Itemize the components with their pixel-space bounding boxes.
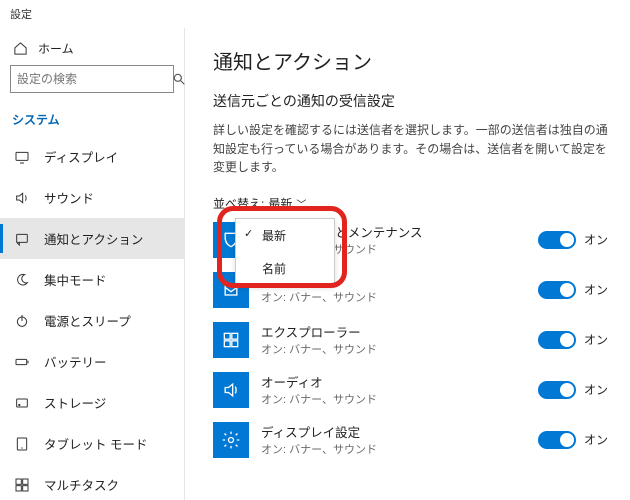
home-icon bbox=[12, 41, 28, 57]
sidebar-section-label: システム bbox=[0, 101, 184, 136]
chevron-down-icon: ﹀ bbox=[296, 196, 306, 211]
sort-value: 最新 bbox=[268, 195, 292, 212]
toggle-switch[interactable] bbox=[538, 431, 576, 449]
sidebar-item-label: バッテリー bbox=[44, 352, 107, 371]
toggle-label: オン bbox=[584, 431, 608, 448]
section-title: 送信元ごとの通知の受信設定 bbox=[213, 91, 608, 111]
sort-selector[interactable]: 並べ替え: 最新 ﹀ bbox=[213, 195, 608, 212]
sidebar-item-battery[interactable]: バッテリー bbox=[0, 341, 184, 382]
explorer-icon bbox=[213, 322, 249, 358]
tablet-icon bbox=[14, 436, 30, 452]
sidebar-item-multitask[interactable]: マルチタスク bbox=[0, 464, 184, 500]
sidebar-item-sound[interactable]: サウンド bbox=[0, 177, 184, 218]
sort-dropdown[interactable]: 最新 名前 bbox=[235, 218, 335, 286]
sidebar-item-focus[interactable]: 集中モード bbox=[0, 259, 184, 300]
display-icon bbox=[14, 149, 30, 165]
app-sub: オン: バナー、サウンド bbox=[261, 341, 526, 357]
notifications-icon bbox=[14, 231, 30, 247]
app-item-displaysettings[interactable]: ディスプレイ設定 オン: バナー、サウンド オン bbox=[213, 422, 608, 458]
window-title: 設定 bbox=[0, 0, 630, 28]
storage-icon bbox=[14, 395, 30, 411]
sidebar-item-label: タブレット モード bbox=[44, 434, 147, 453]
sidebar-item-label: 集中モード bbox=[44, 270, 107, 289]
app-item-explorer[interactable]: エクスプローラー オン: バナー、サウンド オン bbox=[213, 322, 608, 358]
power-icon bbox=[14, 313, 30, 329]
toggle-switch[interactable] bbox=[538, 331, 576, 349]
toggle-switch[interactable] bbox=[538, 231, 576, 249]
dropdown-item-latest[interactable]: 最新 bbox=[236, 219, 334, 252]
sort-label: 並べ替え: bbox=[213, 195, 264, 212]
app-name: エクスプローラー bbox=[261, 322, 526, 341]
sidebar-item-label: マルチタスク bbox=[44, 475, 119, 494]
section-description: 詳しい設定を確認するには送信者を選択します。一部の送信者は独自の通知設定も行って… bbox=[213, 121, 608, 177]
toggle-switch[interactable] bbox=[538, 381, 576, 399]
home-label: ホーム bbox=[38, 40, 74, 57]
sidebar-item-tablet[interactable]: タブレット モード bbox=[0, 423, 184, 464]
multitask-icon bbox=[14, 477, 30, 493]
sidebar-item-label: 通知とアクション bbox=[44, 229, 143, 248]
dropdown-item-name[interactable]: 名前 bbox=[236, 252, 334, 285]
toggle-label: オン bbox=[584, 381, 608, 398]
toggle-label: オン bbox=[584, 281, 608, 298]
sound-icon bbox=[14, 190, 30, 206]
toggle-label: オン bbox=[584, 331, 608, 348]
search-field[interactable] bbox=[17, 72, 172, 86]
toggle-switch[interactable] bbox=[538, 281, 576, 299]
app-name: ディスプレイ設定 bbox=[261, 422, 526, 441]
sidebar-item-label: ディスプレイ bbox=[44, 147, 118, 166]
app-name: オーディオ bbox=[261, 372, 526, 391]
main-content: 通知とアクション 送信元ごとの通知の受信設定 詳しい設定を確認するには送信者を選… bbox=[185, 28, 630, 500]
sidebar-item-label: 電源とスリープ bbox=[44, 311, 131, 330]
search-input[interactable] bbox=[10, 65, 174, 93]
page-title: 通知とアクション bbox=[213, 46, 608, 75]
settings-icon bbox=[213, 422, 249, 458]
sidebar-item-display[interactable]: ディスプレイ bbox=[0, 136, 184, 177]
app-item-audio[interactable]: オーディオ オン: バナー、サウンド オン bbox=[213, 372, 608, 408]
sidebar-item-power[interactable]: 電源とスリープ bbox=[0, 300, 184, 341]
app-sub: オン: バナー、サウンド bbox=[261, 289, 526, 305]
focus-icon bbox=[14, 272, 30, 288]
sidebar: ホーム システム ディスプレイ サウンド bbox=[0, 28, 185, 500]
sidebar-item-label: サウンド bbox=[44, 188, 94, 207]
app-sub: オン: バナー、サウンド bbox=[261, 391, 526, 407]
battery-icon bbox=[14, 354, 30, 370]
sidebar-item-notifications[interactable]: 通知とアクション bbox=[0, 218, 184, 259]
sidebar-nav: ディスプレイ サウンド 通知とアクション 集中モード 電源とスリープ bbox=[0, 136, 184, 500]
sidebar-item-label: ストレージ bbox=[44, 393, 106, 412]
app-sub: オン: バナー、サウンド bbox=[261, 441, 526, 457]
sidebar-item-storage[interactable]: ストレージ bbox=[0, 382, 184, 423]
search-icon bbox=[172, 72, 186, 86]
audio-icon bbox=[213, 372, 249, 408]
home-button[interactable]: ホーム bbox=[0, 32, 184, 65]
toggle-label: オン bbox=[584, 231, 608, 248]
